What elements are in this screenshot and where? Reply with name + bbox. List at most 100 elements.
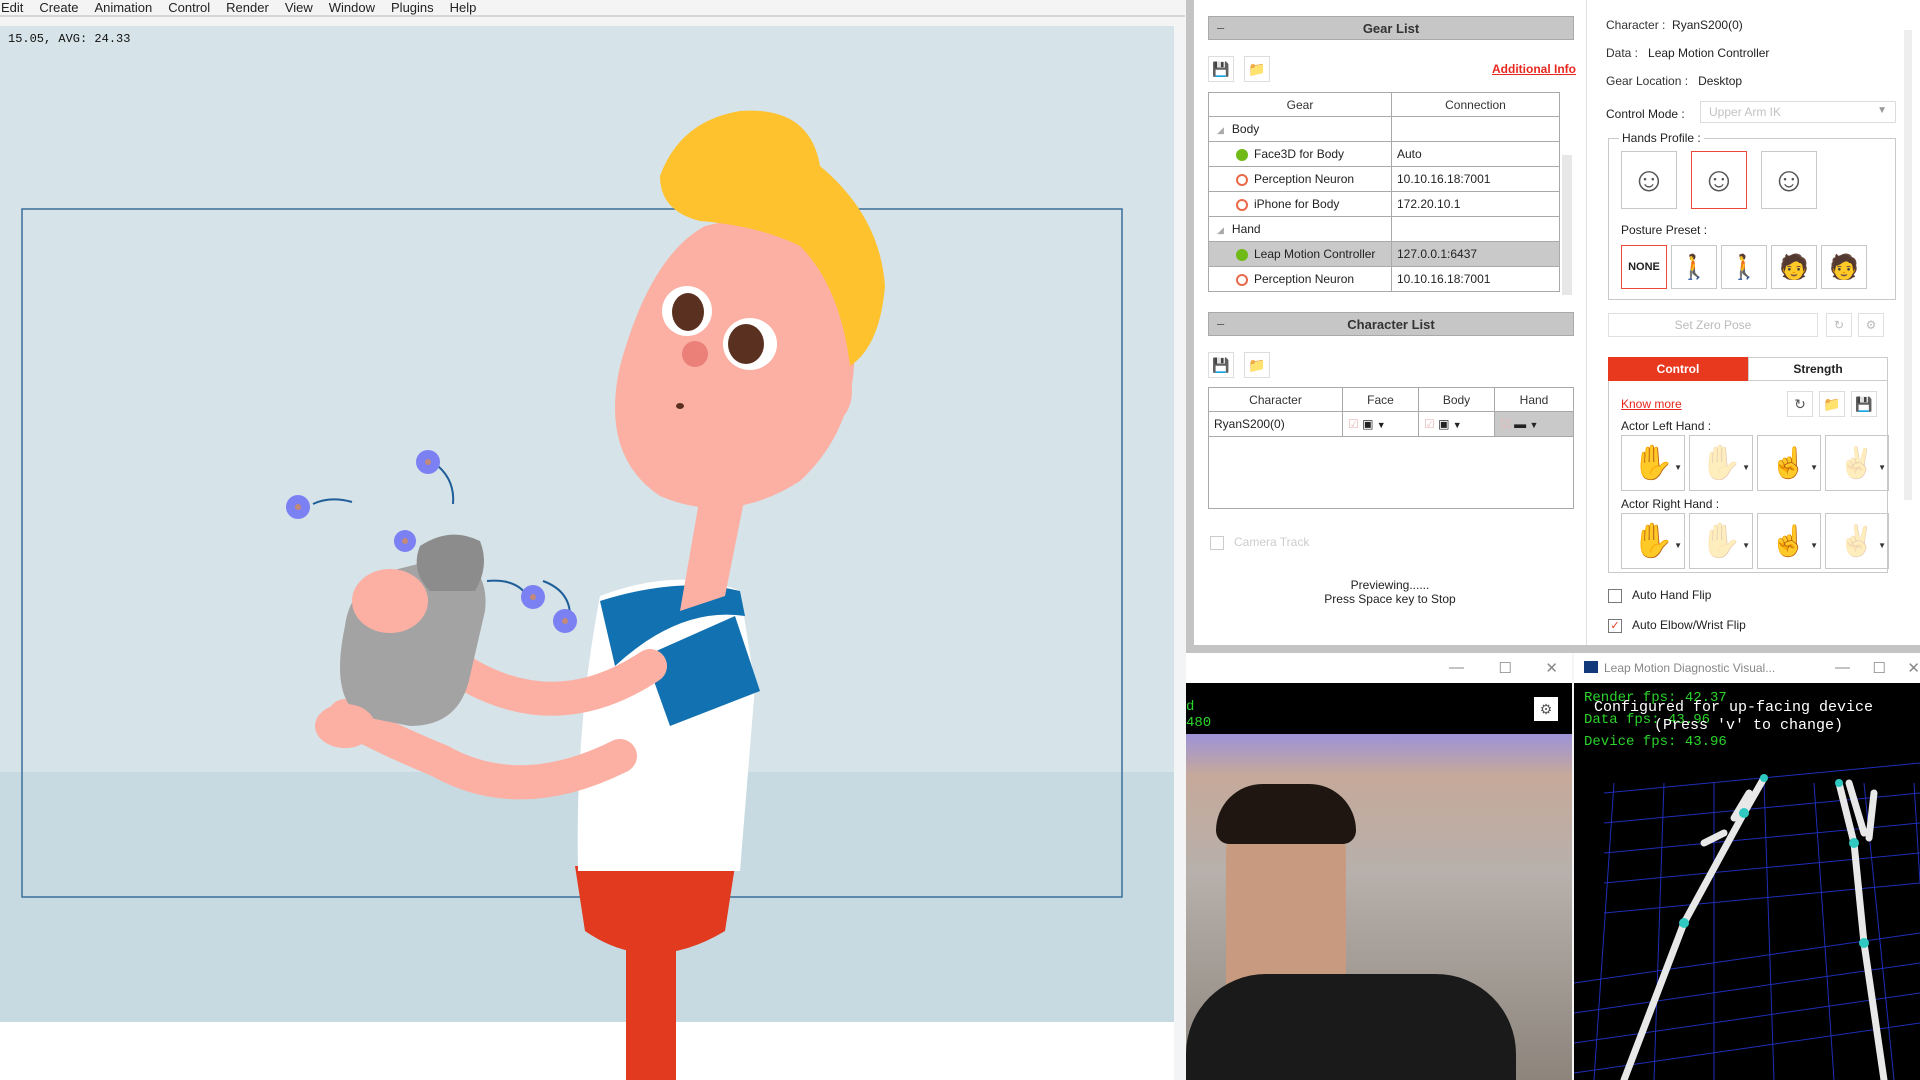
hands-profile-option-2[interactable]: ☺: [1691, 151, 1747, 209]
menu-edit[interactable]: Edit: [0, 0, 32, 15]
checkbox-icon[interactable]: ☑: [1424, 417, 1435, 431]
dropdown-arrow-icon[interactable]: ▼: [1742, 463, 1750, 472]
gear-row[interactable]: Face3D for Body Auto: [1208, 141, 1560, 167]
dropdown-arrow-icon[interactable]: ▼: [1810, 541, 1818, 550]
menu-view[interactable]: View: [280, 0, 322, 15]
auto-hand-flip-checkbox[interactable]: [1608, 589, 1622, 603]
stage-canvas: [0, 110, 1174, 1080]
hand-device-cell[interactable]: ☑ ▬ ▼: [1494, 411, 1574, 437]
person-hair: [1216, 784, 1356, 844]
dropdown-arrow-icon[interactable]: ▼: [1453, 420, 1462, 430]
column-gear[interactable]: Gear: [1208, 92, 1392, 117]
body-device-cell[interactable]: ☑ ▣ ▼: [1418, 411, 1495, 437]
menu-help[interactable]: Help: [445, 0, 486, 15]
face-device-cell[interactable]: ☑ ▣ ▼: [1342, 411, 1419, 437]
posture-leaning-button[interactable]: 🧑: [1821, 245, 1867, 289]
dropdown-arrow-icon[interactable]: ▼: [1674, 541, 1682, 550]
leap-window-title: Leap Motion Diagnostic Visual...: [1604, 661, 1776, 675]
webcam-settings-button[interactable]: ⚙: [1534, 697, 1558, 721]
dropdown-arrow-icon[interactable]: ▼: [1674, 463, 1682, 472]
minimize-icon[interactable]: —: [1449, 659, 1464, 676]
posture-standing-button[interactable]: 🚶: [1671, 245, 1717, 289]
menu-control[interactable]: Control: [163, 0, 219, 15]
dropdown-arrow-icon[interactable]: ▼: [1810, 463, 1818, 472]
left-hand-option-1[interactable]: ✋ ▼: [1621, 435, 1685, 491]
additional-info-link[interactable]: Additional Info: [1492, 62, 1576, 76]
gear-row[interactable]: Perception Neuron 10.10.16.18:7001: [1208, 166, 1560, 192]
gear-row[interactable]: Perception Neuron 10.10.16.18:7001: [1208, 266, 1560, 292]
set-zero-pose-button[interactable]: Set Zero Pose: [1608, 313, 1818, 337]
right-hand-option-4[interactable]: ✌ ▼: [1825, 513, 1889, 569]
know-more-link[interactable]: Know more: [1621, 397, 1682, 411]
tab-strength[interactable]: Strength: [1748, 357, 1888, 381]
right-hand-option-3[interactable]: ☝ ▼: [1757, 513, 1821, 569]
column-connection[interactable]: Connection: [1391, 92, 1560, 117]
menu-window[interactable]: Window: [324, 0, 384, 15]
save-character-button[interactable]: 💾: [1208, 352, 1234, 378]
load-character-button[interactable]: 📁: [1244, 352, 1270, 378]
person-shirt: [1186, 974, 1516, 1080]
hands-profile-option-1[interactable]: ☺: [1621, 151, 1677, 209]
left-hand-option-4[interactable]: ✌ ▼: [1825, 435, 1889, 491]
dropdown-arrow-icon[interactable]: ▼: [1878, 463, 1886, 472]
props-scrollbar[interactable]: [1904, 30, 1912, 500]
left-hand-option-2[interactable]: ✋ ▼: [1689, 435, 1753, 491]
menu-create[interactable]: Create: [34, 0, 87, 15]
hand-open-icon: ✋: [1631, 444, 1675, 482]
close-icon[interactable]: ✕: [1907, 659, 1920, 677]
maximize-icon[interactable]: ☐: [1873, 659, 1886, 677]
save-button[interactable]: 💾: [1851, 391, 1877, 417]
checkbox-icon[interactable]: ☑: [1500, 417, 1511, 431]
character-row[interactable]: RyanS200(0) ☑ ▣ ▼ ☑ ▣ ▼ ☑ ▬ ▼: [1208, 411, 1574, 437]
gear-connection: 10.10.16.18:7001: [1391, 266, 1560, 292]
tab-control[interactable]: Control: [1608, 357, 1748, 381]
right-hand-option-1[interactable]: ✋ ▼: [1621, 513, 1685, 569]
gear-row-selected[interactable]: Leap Motion Controller 127.0.0.1:6437: [1208, 241, 1560, 267]
dropdown-arrow-icon[interactable]: ▼: [1742, 541, 1750, 550]
column-hand[interactable]: Hand: [1494, 387, 1574, 412]
refresh-button[interactable]: ↻: [1787, 391, 1813, 417]
menu-render[interactable]: Render: [221, 0, 278, 15]
checkbox-icon[interactable]: ☑: [1348, 417, 1359, 431]
minimize-icon[interactable]: —: [1835, 659, 1850, 676]
splitter-horizontal[interactable]: [1186, 645, 1920, 653]
menu-plugins[interactable]: Plugins: [386, 0, 443, 15]
stage-viewport[interactable]: 15.05, AVG: 24.33: [0, 26, 1180, 1080]
column-body[interactable]: Body: [1418, 387, 1495, 412]
posture-none-button[interactable]: NONE: [1621, 245, 1667, 289]
open-button[interactable]: 📁: [1819, 391, 1845, 417]
load-gear-button[interactable]: 📁: [1244, 56, 1270, 82]
splitter-vertical[interactable]: [1186, 0, 1194, 648]
collapse-icon[interactable]: –: [1217, 316, 1224, 331]
expand-triangle-icon[interactable]: ◢: [1217, 225, 1224, 235]
right-hand-option-2[interactable]: ✋ ▼: [1689, 513, 1753, 569]
column-face[interactable]: Face: [1342, 387, 1419, 412]
reset-pose-button[interactable]: ↻: [1826, 313, 1852, 337]
gear-row[interactable]: iPhone for Body 172.20.10.1: [1208, 191, 1560, 217]
auto-elbow-wrist-flip-checkbox[interactable]: ✓: [1608, 619, 1622, 633]
posture-walking-button[interactable]: 🚶: [1721, 245, 1767, 289]
dropdown-arrow-icon[interactable]: ▼: [1878, 541, 1886, 550]
column-character[interactable]: Character: [1208, 387, 1343, 412]
dropdown-arrow-icon[interactable]: ▼: [1377, 420, 1386, 430]
status-disconnected-icon: [1236, 173, 1248, 186]
group-row-hand[interactable]: ◢ Hand: [1208, 216, 1560, 242]
webcam-icon: ▣: [1438, 417, 1450, 431]
camera-track-checkbox[interactable]: [1210, 536, 1224, 550]
group-row-body[interactable]: ◢ Body: [1208, 116, 1560, 142]
save-gear-button[interactable]: 💾: [1208, 56, 1234, 82]
gear-list-header[interactable]: – Gear List: [1208, 16, 1574, 40]
collapse-icon[interactable]: –: [1217, 20, 1224, 35]
gear-list-scrollbar[interactable]: [1562, 155, 1572, 295]
left-hand-option-3[interactable]: ☝ ▼: [1757, 435, 1821, 491]
settings-pose-button[interactable]: ⚙: [1858, 313, 1884, 337]
close-icon[interactable]: ✕: [1545, 659, 1558, 677]
maximize-icon[interactable]: ☐: [1499, 659, 1512, 677]
menu-animation[interactable]: Animation: [89, 0, 161, 15]
character-list-header[interactable]: – Character List: [1208, 312, 1574, 336]
expand-triangle-icon[interactable]: ◢: [1217, 125, 1224, 135]
hands-profile-option-3[interactable]: ☺: [1761, 151, 1817, 209]
dropdown-arrow-icon[interactable]: ▼: [1529, 420, 1538, 430]
posture-sitting-button[interactable]: 🧑: [1771, 245, 1817, 289]
control-mode-select[interactable]: Upper Arm IK ▼: [1700, 101, 1896, 123]
